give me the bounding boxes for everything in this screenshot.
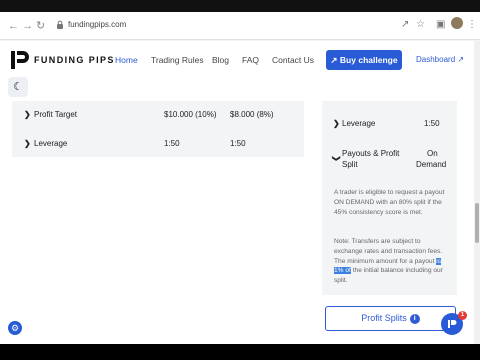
forward-icon[interactable]: → [22, 20, 33, 32]
site-info-icon[interactable] [56, 20, 64, 29]
dashboard-link[interactable]: Dashboard ↗ [416, 55, 464, 64]
payout-description: A trader is eligible to request a payout… [334, 189, 445, 216]
back-icon[interactable]: ← [8, 20, 19, 32]
table-row[interactable]: ❯ Leverage 1:50 1:50 [12, 130, 304, 158]
row-label: Leverage [34, 139, 68, 148]
profile-avatar[interactable] [451, 17, 463, 29]
profit-splits-button[interactable]: Profit Splits i [325, 306, 456, 331]
arrow-up-right-icon: ↗ [330, 55, 338, 65]
dashboard-label: Dashboard [416, 55, 456, 64]
external-link-icon: ↗ [457, 55, 465, 64]
chevron-down-icon[interactable]: ❯ [332, 155, 341, 162]
leverage-value: 1:50 [424, 119, 440, 128]
bottom-black-bar [0, 344, 480, 360]
info-icon: i [409, 313, 420, 324]
payouts-label-line2: Split [342, 160, 358, 169]
leverage-label: Leverage [342, 119, 376, 128]
gear-icon: ⚙ [10, 323, 20, 333]
chevron-right-icon[interactable]: ❯ [333, 119, 340, 128]
main-content: ❯ Profit Target $10.000 (10%) $8.000 (8%… [0, 101, 474, 344]
row-value-col1: $10.000 (10%) [164, 110, 217, 119]
share-icon[interactable]: ↗ [401, 19, 409, 31]
logo-text[interactable]: FUNDING PIPS [34, 55, 115, 65]
profit-splits-label: Profit Splits [361, 313, 407, 323]
buy-challenge-button[interactable]: ↗ Buy challenge [326, 50, 402, 70]
star-icon[interactable]: ☆ [416, 19, 425, 31]
row-value-col2: $8.000 (8%) [230, 110, 274, 119]
rules-table: ❯ Profit Target $10.000 (10%) $8.000 (8%… [12, 101, 304, 157]
chevron-right-icon: ❯ [24, 139, 31, 148]
page-scrollbar[interactable] [474, 41, 480, 344]
notification-badge: 1 [458, 311, 467, 320]
screen-frame: ← → ↻ fundingpips.com ↗ ☆ ▣ ⋮ FUNDING PI… [0, 0, 480, 360]
nav-contact-us[interactable]: Contact Us [272, 55, 314, 65]
chevron-right-icon: ❯ [24, 110, 31, 119]
row-label: Profit Target [34, 110, 77, 119]
payouts-value-line2: Demand [416, 160, 447, 169]
buy-challenge-label: Buy challenge [339, 55, 398, 65]
nav-trading-rules[interactable]: Trading Rules [151, 55, 204, 65]
url-text: fundingpips.com [68, 20, 127, 29]
payouts-value-line1: On [427, 149, 438, 158]
nav-home[interactable]: Home [115, 55, 138, 65]
funding-pips-logo-icon[interactable] [10, 49, 32, 71]
reload-icon[interactable]: ↻ [36, 20, 45, 32]
row-value-col2: 1:50 [230, 139, 246, 148]
moon-icon: ☾ [13, 81, 23, 93]
site-header: FUNDING PIPS Home Trading Rules Blog FAQ… [0, 41, 474, 101]
top-black-bar [0, 0, 480, 12]
accessibility-settings-button[interactable]: ⚙ [8, 321, 22, 335]
row-value-col1: 1:50 [164, 139, 180, 148]
browser-toolbar: ← → ↻ fundingpips.com ↗ ☆ ▣ ⋮ [0, 12, 480, 40]
sidebar-icon[interactable]: ▣ [436, 19, 445, 31]
rules-detail-card: ❯ Leverage 1:50 ❯ Payouts & Profit Split… [322, 101, 457, 295]
payout-note: Note: Transfers are subject to exchange … [334, 237, 450, 286]
table-row[interactable]: ❯ Profit Target $10.000 (10%) $8.000 (8%… [12, 101, 304, 129]
nav-faq[interactable]: FAQ [242, 55, 259, 65]
more-icon[interactable]: ⋮ [467, 19, 477, 31]
note-text-before: Note: Transfers are subject to exchange … [334, 238, 443, 265]
payouts-label-line1: Payouts & Profit [342, 149, 400, 158]
dark-mode-toggle[interactable]: ☾ [8, 77, 28, 97]
note-text-after: the initial balance including our split. [334, 267, 443, 285]
nav-blog[interactable]: Blog [212, 55, 229, 65]
scrollbar-thumb[interactable] [475, 203, 479, 243]
